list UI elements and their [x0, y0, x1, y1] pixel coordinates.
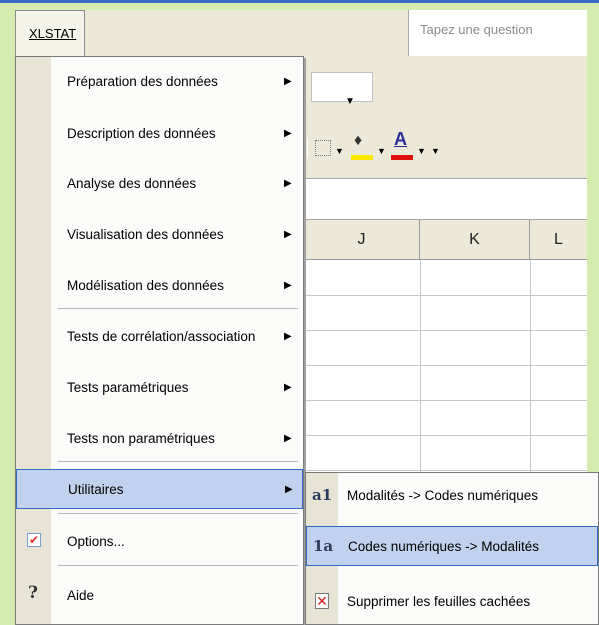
menu-item-options[interactable]: ✔ Options...: [16, 521, 303, 561]
submenu-item-label: Supprimer les feuilles cachées: [347, 593, 531, 609]
menu-item-visualisation[interactable]: Visualisation des données ▶: [16, 214, 303, 254]
submenu-item-label: Modalités -> Codes numériques: [347, 487, 538, 503]
menu-item-aide[interactable]: ? Aide: [16, 575, 303, 615]
toolbar-options-icon[interactable]: ▼: [431, 146, 440, 156]
submenu-arrow-icon: ▶: [284, 381, 292, 393]
question-box[interactable]: Tapez une question: [408, 10, 587, 56]
menu-item-label: Utilitaires: [68, 481, 124, 497]
delete-sheet-icon: ✕: [315, 593, 329, 609]
submenu-arrow-icon: ▶: [284, 127, 292, 139]
submenu-arrow-icon: ▶: [284, 177, 292, 189]
borders-icon[interactable]: [315, 140, 331, 156]
window-top-border: [0, 0, 599, 3]
column-header-j[interactable]: J: [304, 220, 420, 260]
column-header-k[interactable]: K: [420, 220, 530, 260]
menu-item-label: Tests de corrélation/association: [67, 328, 256, 344]
menu-item-label: Description des données: [67, 125, 216, 141]
menu-item-label: Visualisation des données: [67, 226, 224, 242]
font-size-combo[interactable]: [311, 72, 373, 102]
menu-item-label: Modélisation des données: [67, 277, 224, 293]
column-header-l[interactable]: L: [530, 220, 587, 260]
menu-item-tests-non-parametriques[interactable]: Tests non paramétriques ▶: [16, 418, 303, 458]
menu-item-label: Analyse des données: [67, 175, 197, 191]
menu-item-utilitaires[interactable]: Utilitaires ▶: [16, 469, 303, 509]
toolbar-separator: [305, 138, 308, 158]
font-color-swatch: [391, 155, 413, 160]
submenu-item-supprimer-feuilles[interactable]: ✕ Supprimer les feuilles cachées: [306, 581, 598, 621]
menu-separator: [58, 308, 298, 309]
screenshot-frame: XLSTAT Tapez une question ▼ ▼ ♦ ▼ A ▼ ▼ …: [0, 0, 599, 625]
column-header-label: J: [357, 230, 366, 248]
menu-item-analyse[interactable]: Analyse des données ▶: [16, 163, 303, 203]
submenu-item-label: Codes numériques -> Modalités: [348, 538, 539, 554]
menu-item-description[interactable]: Description des données ▶: [16, 113, 303, 153]
submenu-arrow-icon: ▶: [284, 228, 292, 240]
menu-separator: [58, 565, 298, 566]
borders-dropdown-icon[interactable]: ▼: [335, 146, 344, 156]
submenu-arrow-icon: ▶: [284, 330, 292, 342]
question-placeholder: Tapez une question: [420, 22, 533, 37]
menu-item-modelisation[interactable]: Modélisation des données ▶: [16, 265, 303, 305]
xlstat-dropdown-menu: Préparation des données ▶ Description de…: [15, 56, 304, 625]
menu-bar: XLSTAT Tapez une question: [15, 10, 587, 56]
font-color-icon[interactable]: A: [394, 129, 407, 150]
column-header-label: K: [469, 230, 480, 248]
submenu-item-codes-modalites[interactable]: 1a Codes numériques -> Modalités: [306, 526, 598, 566]
modalites-to-codes-icon: a1: [312, 486, 333, 504]
fill-color-swatch: [351, 155, 373, 160]
utilitaires-submenu: a1 Modalités -> Codes numériques 1a Code…: [305, 472, 599, 625]
checkmark-icon: ✔: [27, 533, 41, 547]
menu-item-preparation[interactable]: Préparation des données ▶: [16, 61, 303, 101]
font-color-dropdown-icon[interactable]: ▼: [417, 146, 426, 156]
menu-item-tests-correlation[interactable]: Tests de corrélation/association ▶: [16, 316, 303, 356]
submenu-arrow-icon: ▶: [285, 483, 293, 495]
menu-item-label: Aide: [67, 587, 95, 603]
submenu-item-modalites-codes[interactable]: a1 Modalités -> Codes numériques: [306, 475, 598, 515]
menu-separator: [58, 513, 298, 514]
chevron-down-icon[interactable]: ▼: [345, 96, 355, 107]
menu-item-label: Tests non paramétriques: [67, 430, 215, 446]
column-header-label: L: [554, 230, 563, 248]
menu-separator: [58, 461, 298, 462]
xlstat-menu[interactable]: XLSTAT: [15, 10, 85, 56]
submenu-arrow-icon: ▶: [284, 432, 292, 444]
submenu-arrow-icon: ▶: [284, 75, 292, 87]
menu-item-label: Options...: [67, 533, 125, 549]
fill-color-dropdown-icon[interactable]: ▼: [377, 146, 386, 156]
xlstat-menu-label: XLSTAT: [29, 26, 77, 41]
submenu-arrow-icon: ▶: [284, 279, 292, 291]
menu-item-label: Tests paramétriques: [67, 379, 189, 395]
menu-item-tests-parametriques[interactable]: Tests paramétriques ▶: [16, 367, 303, 407]
menu-item-label: Préparation des données: [67, 73, 218, 89]
codes-to-modalites-icon: 1a: [313, 537, 334, 555]
fill-color-icon[interactable]: ♦: [354, 132, 362, 150]
help-icon: ?: [28, 583, 38, 603]
